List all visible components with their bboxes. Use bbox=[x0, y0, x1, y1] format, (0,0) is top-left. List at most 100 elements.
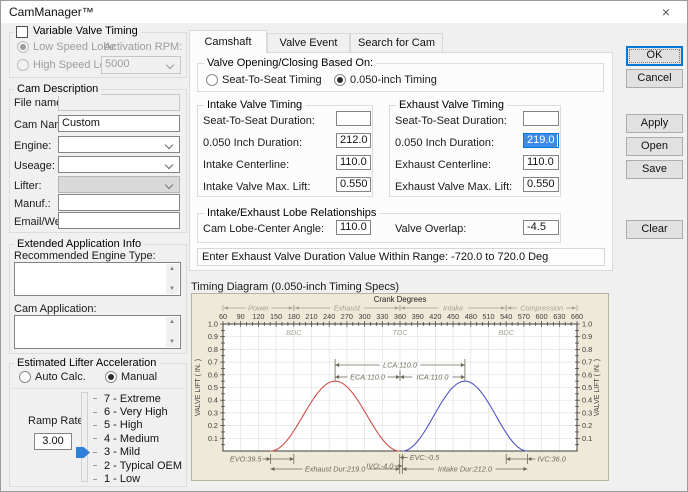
tick-mark bbox=[93, 412, 97, 413]
exhaust-seat-duration-field[interactable] bbox=[523, 111, 559, 126]
save-button[interactable]: Save bbox=[626, 160, 683, 179]
manual-radio[interactable] bbox=[105, 371, 117, 383]
intake-centerline-field[interactable]: 110.0 bbox=[336, 155, 371, 170]
svg-text:0.2: 0.2 bbox=[582, 421, 592, 430]
tab-valve-event-timing[interactable]: Valve Event Timing bbox=[267, 33, 350, 53]
useage-label: Useage: bbox=[14, 160, 55, 172]
cam-lobe-center-angle-label: Cam Lobe-Center Angle: bbox=[203, 223, 324, 235]
svg-text:BDC: BDC bbox=[286, 328, 302, 337]
status-message: Enter Exhaust Valve Duration Value Withi… bbox=[197, 248, 605, 266]
svg-text:450: 450 bbox=[447, 312, 459, 321]
activation-rpm-combo[interactable]: 5000 bbox=[101, 56, 181, 74]
cancel-button[interactable]: Cancel bbox=[626, 69, 683, 88]
svg-text:Compression: Compression bbox=[520, 304, 563, 313]
svg-text:Exhaust Dur:219.0: Exhaust Dur:219.0 bbox=[305, 465, 365, 474]
engine-combo[interactable] bbox=[58, 136, 180, 153]
inch-timing-radio[interactable] bbox=[334, 74, 346, 86]
svg-text:0.4: 0.4 bbox=[208, 396, 218, 405]
svg-text:ICA:110.0: ICA:110.0 bbox=[416, 373, 448, 382]
ramp-rate-scale: 7 - Extreme6 - Very High5 - High4 - Medi… bbox=[93, 392, 182, 486]
tab-camshaft-specs[interactable]: Camshaft Specs bbox=[189, 30, 267, 53]
close-icon[interactable]: × bbox=[653, 3, 679, 21]
ok-button[interactable]: OK bbox=[626, 46, 683, 66]
svg-text:0.9: 0.9 bbox=[208, 332, 218, 341]
svg-text:240: 240 bbox=[323, 312, 335, 321]
svg-text:390: 390 bbox=[412, 312, 424, 321]
svg-text:570: 570 bbox=[518, 312, 530, 321]
svg-text:1.0: 1.0 bbox=[582, 320, 592, 329]
intake-inch-duration-label: 0.050 Inch Duration: bbox=[203, 137, 302, 149]
svg-text:540: 540 bbox=[500, 312, 512, 321]
clear-button[interactable]: Clear bbox=[626, 220, 683, 239]
intake-inch-duration-field[interactable]: 212.0 bbox=[336, 133, 371, 148]
title-bar: CamManager™ × bbox=[1, 1, 687, 23]
ramp-rate-field[interactable]: 3.00 bbox=[34, 433, 72, 450]
ramp-rate-slider-track[interactable] bbox=[81, 392, 88, 482]
ramp-level-item: 2 - Typical OEM bbox=[93, 459, 182, 472]
intake-centerline-label: Intake Centerline: bbox=[203, 159, 289, 171]
exhaust-valve-timing-legend: Exhaust Valve Timing bbox=[396, 99, 507, 112]
svg-text:120: 120 bbox=[252, 312, 264, 321]
intake-seat-duration-field[interactable] bbox=[336, 111, 371, 126]
grid bbox=[223, 324, 577, 451]
divider bbox=[11, 388, 184, 389]
svg-text:0.5: 0.5 bbox=[582, 383, 592, 392]
seat-to-seat-timing-radio[interactable] bbox=[206, 74, 218, 86]
manuf-field[interactable] bbox=[58, 194, 180, 211]
svg-text:Intake Dur:212.0: Intake Dur:212.0 bbox=[438, 465, 492, 474]
intake-max-lift-label: Intake Valve Max. Lift: bbox=[203, 181, 310, 193]
textarea-scrollbar[interactable] bbox=[166, 317, 179, 347]
intake-max-lift-field[interactable]: 0.550 bbox=[336, 177, 371, 192]
tick-mark bbox=[93, 398, 97, 399]
lifter-combo[interactable] bbox=[58, 176, 180, 193]
svg-text:IVO:-4.0: IVO:-4.0 bbox=[366, 462, 393, 471]
tick-mark bbox=[93, 452, 97, 453]
svg-text:VALVE LIFT ( IN. ): VALVE LIFT ( IN. ) bbox=[594, 359, 601, 416]
exhaust-max-lift-label: Exhaust Valve Max. Lift: bbox=[395, 181, 512, 193]
recommended-engine-type-textarea[interactable] bbox=[14, 262, 181, 296]
auto-calc-radio[interactable] bbox=[19, 371, 31, 383]
tick-mark bbox=[93, 465, 97, 466]
ramp-rate-label: Ramp Rate: bbox=[28, 415, 87, 427]
email-web-field[interactable] bbox=[58, 212, 180, 229]
svg-text:600: 600 bbox=[536, 312, 548, 321]
svg-text:VALVE LIFT ( IN. ): VALVE LIFT ( IN. ) bbox=[195, 359, 202, 416]
cam-name-field[interactable]: Custom bbox=[58, 115, 180, 132]
open-button[interactable]: Open bbox=[626, 137, 683, 156]
tick-mark bbox=[93, 438, 97, 439]
exhaust-centerline-field[interactable]: 110.0 bbox=[523, 155, 559, 170]
window-title: CamManager™ bbox=[9, 5, 94, 19]
useage-combo[interactable] bbox=[58, 156, 180, 173]
ramp-level-item: 6 - Very High bbox=[93, 405, 182, 418]
apply-button[interactable]: Apply bbox=[626, 114, 683, 133]
ramp-level-item: 5 - High bbox=[93, 419, 182, 432]
svg-text:0.1: 0.1 bbox=[582, 434, 592, 443]
selected-text: 219.0 bbox=[524, 134, 557, 147]
svg-text:LCA:110.0: LCA:110.0 bbox=[383, 361, 417, 370]
svg-text:Intake: Intake bbox=[443, 304, 463, 313]
valve-overlap-field[interactable]: -4.5 bbox=[523, 220, 559, 235]
intake-valve-timing-legend: Intake Valve Timing bbox=[204, 99, 305, 112]
exhaust-max-lift-field[interactable]: 0.550 bbox=[523, 177, 559, 192]
variable-valve-timing-checkbox[interactable] bbox=[16, 26, 28, 38]
svg-text:0.6: 0.6 bbox=[208, 370, 218, 379]
svg-text:BDC: BDC bbox=[498, 328, 514, 337]
high-speed-lobe-radio[interactable] bbox=[17, 59, 29, 71]
extended-app-info-legend: Extended Application Info bbox=[14, 238, 144, 251]
cam-lobe-center-angle-field[interactable]: 110.0 bbox=[336, 220, 371, 235]
cam-application-textarea[interactable] bbox=[14, 315, 181, 349]
svg-text:630: 630 bbox=[553, 312, 565, 321]
exhaust-inch-duration-field[interactable]: 219.0 bbox=[523, 133, 559, 148]
ramp-level-item: 1 - Low bbox=[93, 472, 182, 485]
seat-to-seat-timing-label: Seat-To-Seat Timing bbox=[222, 74, 322, 86]
svg-text:0.7: 0.7 bbox=[208, 358, 218, 367]
svg-text:Power: Power bbox=[248, 304, 269, 313]
tab-search-for-cam-file[interactable]: Search for Cam File bbox=[350, 33, 443, 53]
svg-text:0.1: 0.1 bbox=[208, 434, 218, 443]
file-name-field[interactable] bbox=[58, 94, 180, 111]
textarea-scrollbar[interactable] bbox=[166, 264, 179, 294]
low-speed-lobe-radio[interactable] bbox=[17, 41, 29, 53]
svg-text:0.8: 0.8 bbox=[582, 345, 592, 354]
lobe-relationships-legend: Intake/Exhaust Lobe Relationships bbox=[204, 207, 379, 220]
svg-text:ECA:110.0: ECA:110.0 bbox=[350, 373, 385, 382]
